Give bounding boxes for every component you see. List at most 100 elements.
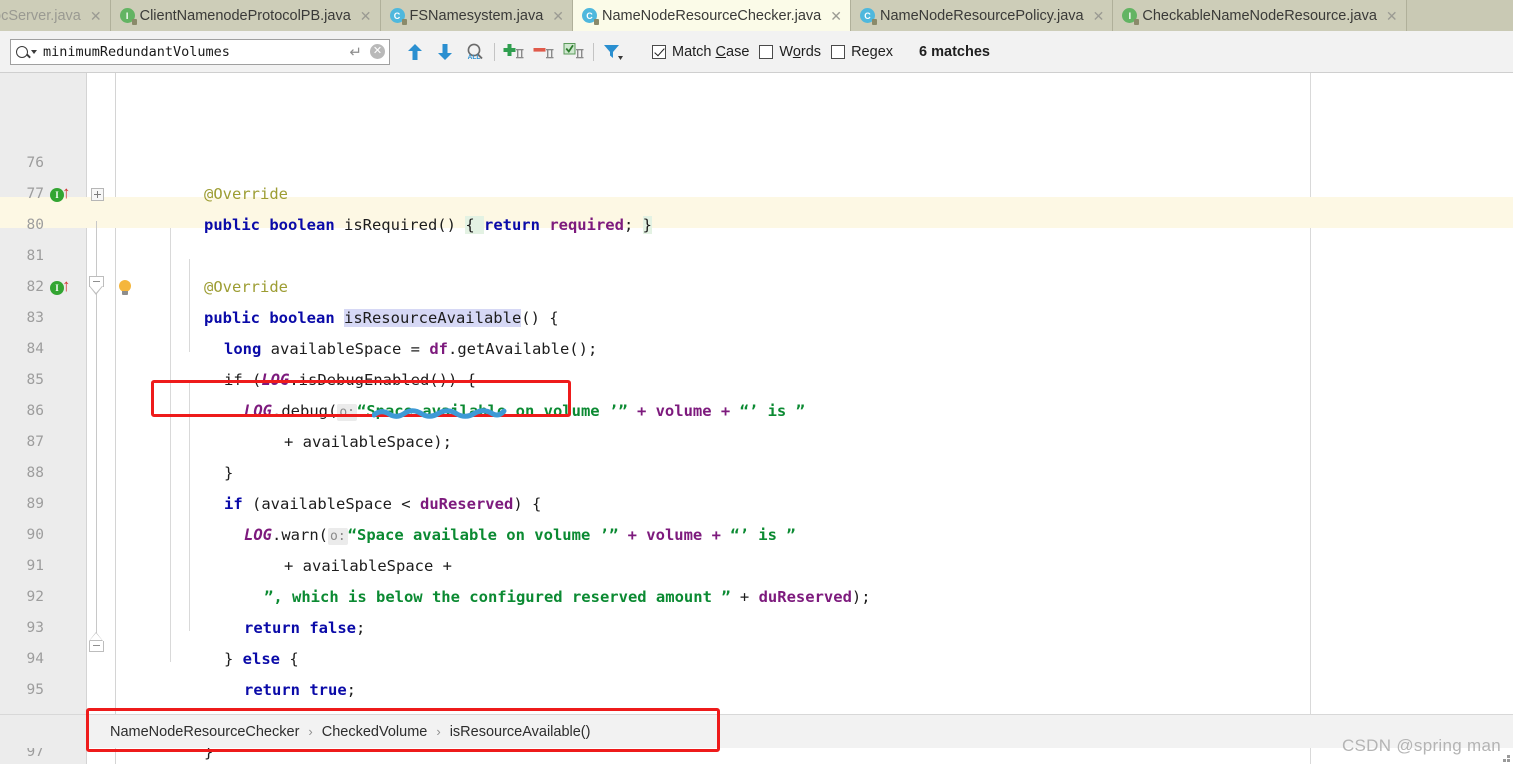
enter-icon[interactable]: ↵ bbox=[349, 43, 362, 61]
code-line-76[interactable]: @Override bbox=[148, 148, 288, 203]
right-margin-guide bbox=[1310, 73, 1311, 764]
code-line-94[interactable]: return true; bbox=[188, 644, 356, 699]
breadcrumb-item-method[interactable]: isResourceAvailable() bbox=[450, 724, 591, 740]
select-all-occurrences-button[interactable] bbox=[559, 37, 589, 67]
editor-tab-5[interactable]: I CheckableNameNodeResource.java ✕ bbox=[1113, 0, 1407, 31]
checkbox-icon-unchecked bbox=[759, 44, 774, 59]
add-occurrence-button[interactable] bbox=[499, 37, 529, 67]
line-number: 82 bbox=[26, 279, 44, 295]
code-line-88[interactable]: if (availableSpace < duReserved) { bbox=[168, 458, 541, 513]
editor-tab-1-label: ClientNamenodeProtocolPB.java bbox=[139, 7, 351, 24]
code-token-keyword: return bbox=[483, 216, 550, 234]
editor-tab-1-close-icon[interactable]: ✕ bbox=[360, 9, 372, 23]
fold-column-divider bbox=[115, 73, 116, 764]
lock-icon bbox=[871, 19, 877, 25]
line-number: 81 bbox=[26, 248, 44, 264]
breadcrumb-item-class[interactable]: NameNodeResourceChecker bbox=[110, 724, 299, 740]
chevron-down-icon[interactable] bbox=[31, 49, 37, 54]
code-token-keyword: return true bbox=[244, 681, 347, 699]
arrow-up-icon: ↑ bbox=[62, 276, 71, 295]
clear-search-icon[interactable]: ✕ bbox=[370, 44, 385, 59]
code-line-93[interactable]: } else { bbox=[168, 613, 299, 668]
fold-region-end-96[interactable] bbox=[89, 626, 104, 657]
code-line-83[interactable]: long availableSpace = df.getAvailable(); bbox=[168, 303, 597, 358]
editor-tab-4[interactable]: C NameNodeResourcePolicy.java ✕ bbox=[850, 0, 1114, 31]
code-line-86[interactable]: + availableSpace); bbox=[228, 396, 452, 451]
editor-tab-0-label: ocServer.java bbox=[0, 7, 81, 24]
breadcrumb-item-inner-class[interactable]: CheckedVolume bbox=[322, 724, 428, 740]
match-case-label: Match Case bbox=[672, 43, 750, 60]
code-token-brace: } bbox=[642, 216, 652, 234]
fold-plus-icon bbox=[91, 188, 104, 201]
line-number: 83 bbox=[26, 310, 44, 326]
find-next-button[interactable] bbox=[430, 37, 460, 67]
fold-expand-77[interactable] bbox=[91, 179, 104, 210]
code-line-91[interactable]: ”, which is below the configured reserve… bbox=[208, 551, 871, 606]
breadcrumb[interactable]: NameNodeResourceChecker › CheckedVolume … bbox=[86, 714, 1310, 748]
implements-marker-77[interactable]: I ↑ bbox=[50, 179, 71, 210]
toolbar-separator-2 bbox=[593, 42, 594, 61]
editor-tab-3[interactable]: C NameNodeResourceChecker.java ✕ bbox=[573, 0, 851, 31]
find-previous-button[interactable] bbox=[400, 37, 430, 67]
line-number: 88 bbox=[26, 465, 44, 481]
line-number: 80 bbox=[26, 217, 44, 233]
intention-bulb-82[interactable] bbox=[118, 272, 132, 303]
editor-tab-5-label: CheckableNameNodeResource.java bbox=[1142, 7, 1377, 24]
line-number: 94 bbox=[26, 651, 44, 667]
code-line-92[interactable]: return false; bbox=[188, 582, 365, 637]
filter-button[interactable] bbox=[598, 37, 628, 67]
code-editor[interactable]: 76 77 I ↑ 80 81 82 I ↑ 83 84 85 86 87 88… bbox=[0, 73, 1513, 764]
fold-minus-icon bbox=[89, 275, 104, 296]
line-number: 77 bbox=[26, 186, 44, 202]
code-line-95[interactable]: } bbox=[168, 675, 233, 730]
editor-tab-3-label: NameNodeResourceChecker.java bbox=[602, 7, 822, 24]
code-line-81[interactable]: @Override bbox=[148, 241, 288, 296]
code-token-semicolon: ; bbox=[355, 619, 366, 637]
code-token-semicolon: ; bbox=[346, 681, 356, 699]
words-checkbox[interactable]: Words bbox=[759, 44, 821, 60]
match-case-checkbox[interactable]: Match Case bbox=[652, 44, 749, 60]
svg-text:ALL: ALL bbox=[468, 54, 481, 61]
code-line-89[interactable]: LOG.warn(o: “Space available on volume ’”… bbox=[188, 489, 796, 545]
editor-tab-2-close-icon[interactable]: ✕ bbox=[552, 9, 564, 23]
code-line-87[interactable]: } bbox=[168, 427, 233, 482]
words-label: Words bbox=[779, 43, 822, 60]
fold-collapse-82[interactable] bbox=[89, 270, 104, 301]
line-number: 85 bbox=[26, 372, 44, 388]
gutter-divider bbox=[86, 73, 87, 764]
code-line-77[interactable]: public boolean isRequired() { return req… bbox=[148, 179, 652, 234]
code-token-method: isRequired() bbox=[343, 216, 466, 234]
editor-tab-3-close-icon[interactable]: ✕ bbox=[830, 9, 842, 23]
editor-tab-0-close-icon[interactable]: ✕ bbox=[90, 9, 102, 23]
search-input-value[interactable]: minimumRedundantVolumes bbox=[43, 44, 346, 60]
breadcrumb-separator-icon: › bbox=[308, 724, 313, 739]
regex-checkbox[interactable]: Regex bbox=[831, 44, 893, 60]
implements-marker-82[interactable]: I ↑ bbox=[50, 272, 71, 303]
resize-grip-icon[interactable] bbox=[1499, 751, 1510, 762]
code-line-90[interactable]: + availableSpace + bbox=[228, 520, 452, 575]
remove-occurrence-button[interactable] bbox=[529, 37, 559, 67]
code-token-brace: { bbox=[465, 216, 484, 234]
interface-icon: I bbox=[1122, 8, 1140, 25]
editor-tab-2-label: FSNamesystem.java bbox=[409, 7, 544, 24]
code-token-string: “’ is ” bbox=[739, 402, 805, 420]
code-token-plus: + bbox=[730, 588, 759, 606]
editor-tab-1[interactable]: I ClientNamenodeProtocolPB.java ✕ bbox=[110, 0, 381, 31]
line-number: 95 bbox=[26, 682, 44, 698]
line-number: 76 bbox=[26, 155, 44, 171]
search-input[interactable]: minimumRedundantVolumes ↵ ✕ bbox=[10, 38, 390, 65]
code-token-semicolon: ; bbox=[623, 216, 643, 234]
line-number: 87 bbox=[26, 434, 44, 450]
search-all-icon: ALL bbox=[467, 43, 483, 61]
find-toolbar: minimumRedundantVolumes ↵ ✕ ALL Match Ca… bbox=[0, 31, 1513, 73]
editor-tab-0[interactable]: ocServer.java ✕ bbox=[0, 0, 111, 31]
find-all-button[interactable]: ALL bbox=[460, 37, 490, 67]
code-line-85[interactable]: LOG.debug(o: “Space available on volume ’… bbox=[188, 365, 805, 421]
editor-tab-2[interactable]: C FSNamesystem.java ✕ bbox=[380, 0, 573, 31]
editor-tab-4-close-icon[interactable]: ✕ bbox=[1093, 9, 1105, 23]
code-token-close: ); bbox=[851, 588, 871, 606]
code-line-84[interactable]: if (LOG.isDebugEnabled()) { bbox=[168, 334, 476, 389]
code-line-82[interactable]: public boolean isResourceAvailable() { bbox=[148, 272, 559, 327]
code-token-field: required bbox=[549, 216, 624, 234]
editor-tab-5-close-icon[interactable]: ✕ bbox=[1386, 9, 1398, 23]
